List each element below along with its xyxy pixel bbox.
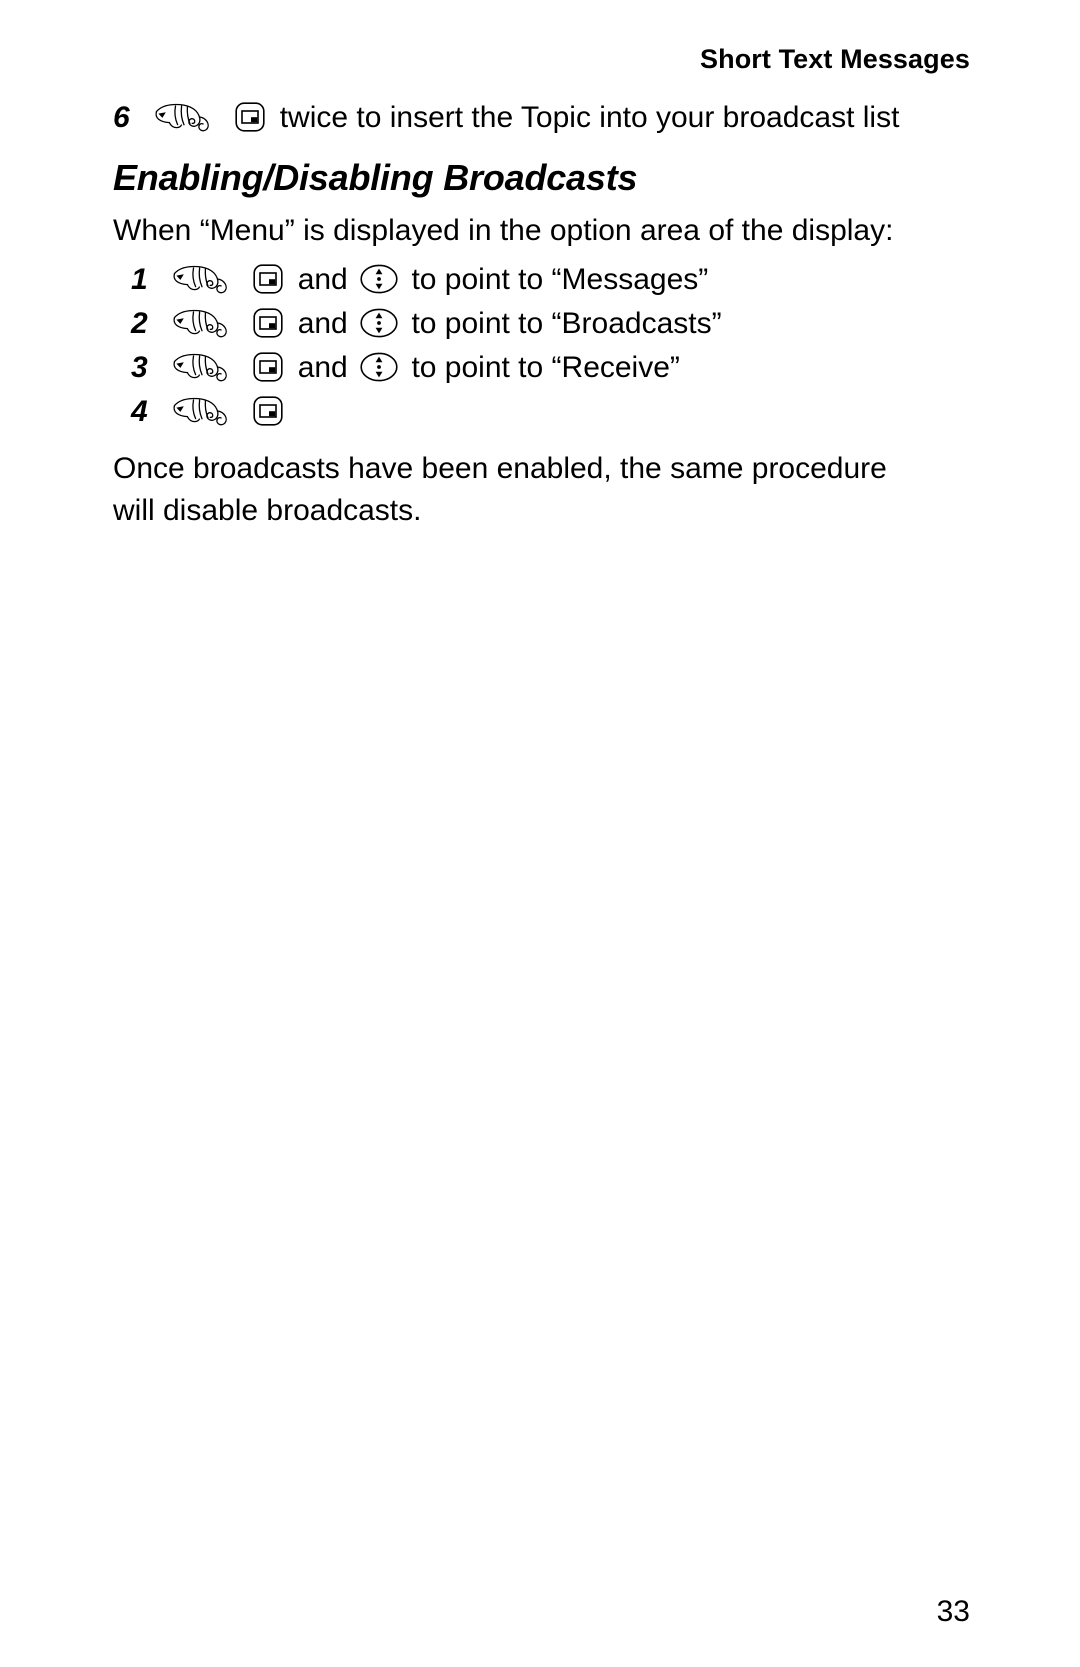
step-text: to point to “Messages” <box>411 263 709 296</box>
pointing-hand-icon <box>171 394 233 428</box>
step-item: 1 and to point to “Messages” <box>113 258 943 302</box>
step-body: and to point to “Messages” <box>165 258 708 302</box>
step-item: 3 and to point to “Receive” <box>113 346 943 390</box>
step-item: 6 twice to insert the Topic into your br… <box>113 96 943 140</box>
pointing-hand-icon <box>171 306 233 340</box>
pointing-hand-icon <box>171 350 233 384</box>
step-conjunction: and <box>297 307 348 340</box>
step-body: and to point to “Receive” <box>165 346 680 390</box>
select-key-icon <box>253 352 283 382</box>
step-item: 2 and to point to “Broadcasts” <box>113 302 943 346</box>
page-number: 33 <box>936 1595 970 1628</box>
step-text: to point to “Broadcasts” <box>411 307 722 340</box>
step-text: twice to insert the Topic into your broa… <box>279 101 900 134</box>
step-conjunction: and <box>297 263 348 296</box>
select-key-icon <box>253 396 283 426</box>
scroll-key-icon <box>360 264 398 294</box>
pointing-hand-icon <box>153 100 215 134</box>
step-text: to point to “Receive” <box>411 351 680 384</box>
page-content: 6 twice to insert the Topic into your br… <box>113 96 943 532</box>
section-heading: Enabling/Disabling Broadcasts <box>113 157 638 198</box>
step-number: 2 <box>131 307 148 340</box>
step-number: 6 <box>113 101 130 134</box>
step-body: and to point to “Broadcasts” <box>165 302 722 346</box>
running-head: Short Text Messages <box>700 44 970 74</box>
step-body: twice to insert the Topic into your broa… <box>147 96 899 140</box>
step-body <box>165 390 289 434</box>
scroll-key-icon <box>360 308 398 338</box>
step-number: 3 <box>131 351 148 384</box>
step-number: 4 <box>131 395 148 428</box>
step-number: 1 <box>131 263 148 296</box>
select-key-icon <box>253 308 283 338</box>
document-page: Short Text Messages 6 twice to insert th… <box>0 0 1080 1667</box>
select-key-icon <box>235 102 265 132</box>
step-conjunction: and <box>297 351 348 384</box>
intro-paragraph: When “Menu” is displayed in the option a… <box>113 214 894 247</box>
pointing-hand-icon <box>171 262 233 296</box>
scroll-key-icon <box>360 352 398 382</box>
closing-paragraph: Once broadcasts have been enabled, the s… <box>113 452 887 527</box>
select-key-icon <box>253 264 283 294</box>
step-item: 4 <box>113 390 943 434</box>
